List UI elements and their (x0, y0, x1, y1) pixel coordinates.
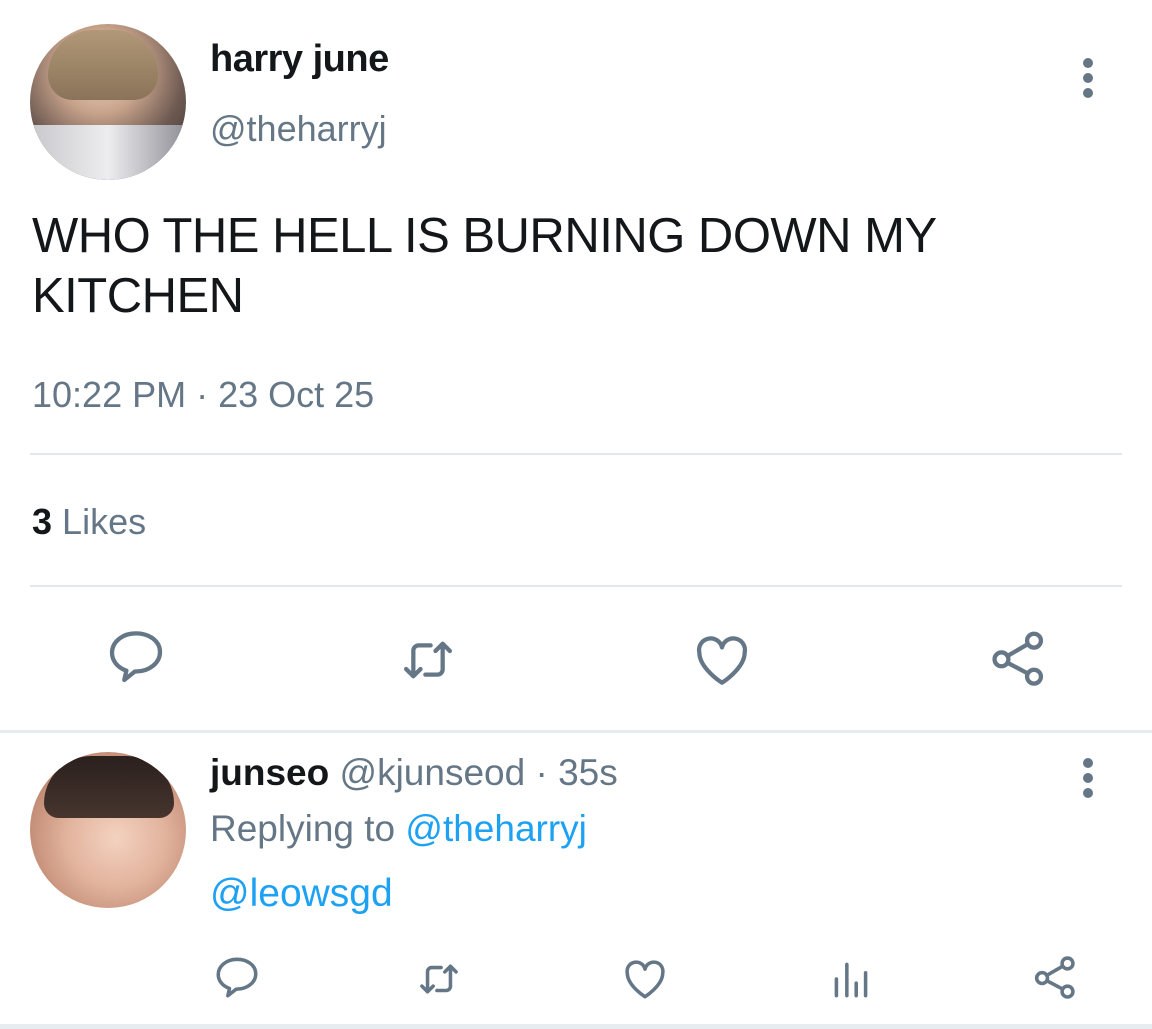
reply-header: junseo @kjunseod · 35s (210, 752, 618, 794)
like-icon[interactable] (690, 628, 754, 692)
divider (30, 585, 1122, 587)
tweet-text: WHO THE HELL IS BURNING DOWN MY KITCHEN (32, 209, 936, 323)
replying-prefix: Replying to (210, 808, 396, 849)
reply-icon[interactable] (212, 952, 262, 1002)
likes-label: Likes (62, 501, 147, 542)
reply-separator: · (535, 752, 548, 793)
avatar-shirt-shape (30, 125, 186, 180)
bottom-separator (0, 1024, 1152, 1029)
reply-author-name[interactable]: junseo (210, 752, 329, 793)
section-separator (0, 730, 1152, 733)
tweet-timestamp[interactable]: 10:22 PM · 23 Oct 25 (32, 374, 374, 416)
likes-stat[interactable]: 3 Likes (32, 501, 146, 543)
avatar-hair-shape (48, 30, 158, 100)
replying-to-link[interactable]: @theharryj (405, 808, 587, 849)
retweet-icon[interactable] (396, 628, 460, 692)
reply-author-handle[interactable]: @kjunseod (340, 752, 526, 793)
replying-to-line: Replying to @theharryj (210, 808, 587, 850)
divider (30, 453, 1122, 455)
reply-age[interactable]: 35s (558, 752, 618, 793)
reply-author-avatar[interactable] (30, 752, 186, 908)
share-icon[interactable] (986, 626, 1050, 690)
analytics-icon[interactable] (826, 954, 876, 1004)
author-avatar[interactable] (30, 24, 186, 180)
avatar-hair-shape (44, 756, 174, 818)
more-options-icon[interactable] (1074, 756, 1102, 800)
likes-count: 3 (32, 501, 53, 542)
like-icon[interactable] (620, 954, 670, 1004)
more-options-icon[interactable] (1074, 56, 1102, 100)
share-icon[interactable] (1030, 952, 1080, 1002)
retweet-icon[interactable] (414, 954, 464, 1004)
reply-icon[interactable] (104, 624, 168, 688)
author-name[interactable]: harry june (210, 38, 389, 81)
author-handle[interactable]: @theharryj (210, 108, 387, 150)
reply-text[interactable]: @leowsgd (210, 872, 393, 916)
